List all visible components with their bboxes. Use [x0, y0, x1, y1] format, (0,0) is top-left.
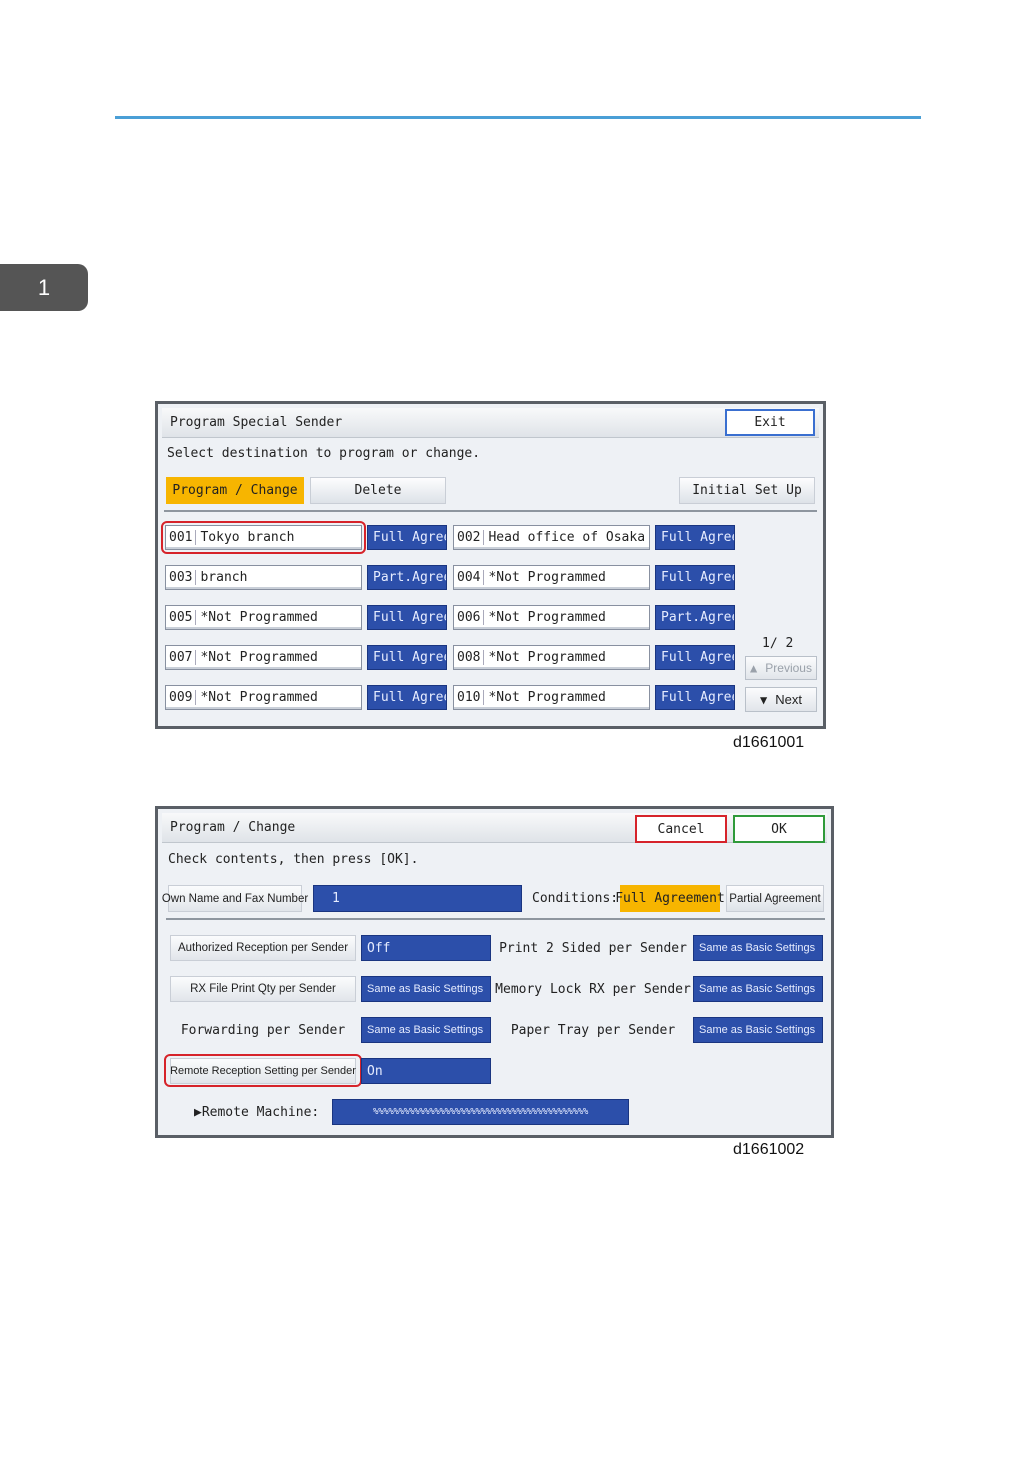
- remote-machine-label: ▶Remote Machine:: [194, 1105, 320, 1120]
- entry-number: 008: [457, 650, 485, 665]
- triangle-down-icon: ▼: [760, 692, 768, 707]
- own-name-fax-button[interactable]: Own Name and Fax Number: [162, 885, 308, 912]
- agreement-status[interactable]: Full Agree: [655, 645, 735, 670]
- rx-file-print-qty-value: Same as Basic Settings: [361, 976, 491, 1002]
- entry-name: *Not Programmed: [200, 690, 318, 705]
- program-special-sender-screen: Program Special Sender Exit Select desti…: [155, 401, 826, 729]
- destination-entry-008[interactable]: 008 *Not Programmed: [453, 645, 650, 670]
- agreement-status[interactable]: Full Agree: [655, 565, 735, 590]
- memory-lock-rx-button[interactable]: Memory Lock RX per Sender: [495, 976, 691, 1002]
- entry-name: *Not Programmed: [488, 610, 606, 625]
- destination-entry-010[interactable]: 010 *Not Programmed: [453, 685, 650, 710]
- destination-entry-006[interactable]: 006 *Not Programmed: [453, 605, 650, 630]
- entry-number: 003: [169, 570, 197, 585]
- tab-program-change[interactable]: Program / Change: [166, 477, 304, 504]
- entry-name: *Not Programmed: [200, 650, 318, 665]
- remote-machine-value: %%%%%%%%%%%%%%%%%%%%%%%%%%%%%%%%%%%%%%%%…: [332, 1099, 629, 1125]
- ok-button[interactable]: OK: [733, 815, 825, 843]
- entry-number: 010: [457, 690, 485, 705]
- triangle-up-icon: ▲: [750, 661, 758, 675]
- entry-number: 002: [457, 530, 485, 545]
- entry-name: *Not Programmed: [488, 570, 606, 585]
- screen-title: Program Special Sender: [170, 415, 343, 430]
- entry-name: Head office of Osaka: [488, 530, 646, 545]
- previous-label: Previous: [765, 661, 812, 675]
- title-bar: Program Special Sender: [162, 408, 819, 438]
- entry-number: 004: [457, 570, 485, 585]
- destination-entry-001[interactable]: 001 Tokyo branch: [165, 525, 362, 550]
- figure-caption: d1661002: [733, 1141, 805, 1158]
- own-name-value: 1: [313, 885, 522, 912]
- entry-number: 005: [169, 610, 197, 625]
- remote-reception-value: On: [361, 1058, 491, 1084]
- next-label: Next: [775, 692, 802, 707]
- remote-reception-button[interactable]: Remote Reception Setting per Sender: [170, 1058, 356, 1084]
- next-button[interactable]: ▼ Next: [745, 687, 817, 712]
- entry-name: *Not Programmed: [200, 610, 318, 625]
- rx-file-print-qty-button[interactable]: RX File Print Qty per Sender: [170, 976, 356, 1002]
- entry-number: 001: [169, 530, 197, 545]
- condition-full-agreement[interactable]: Full Agreement: [615, 885, 725, 912]
- exit-button[interactable]: Exit: [725, 409, 815, 436]
- entry-name: *Not Programmed: [488, 690, 606, 705]
- program-change-screen: Program / Change Cancel OK Check content…: [155, 806, 834, 1138]
- agreement-status[interactable]: Full Agree: [655, 525, 735, 550]
- instruction-message: Check contents, then press [OK].: [168, 852, 419, 867]
- previous-button[interactable]: ▲ Previous: [745, 656, 817, 680]
- agreement-status[interactable]: Full Agree: [367, 525, 447, 550]
- agreement-status[interactable]: Part.Agree: [367, 565, 447, 590]
- conditions-label: Conditions:: [532, 891, 619, 906]
- agreement-status[interactable]: Part.Agree: [655, 605, 735, 630]
- destination-entry-004[interactable]: 004 *Not Programmed: [453, 565, 650, 590]
- destination-entry-009[interactable]: 009 *Not Programmed: [165, 685, 362, 710]
- entry-name: branch: [200, 570, 248, 585]
- entry-name: Tokyo branch: [200, 530, 295, 545]
- tab-delete[interactable]: Delete: [310, 477, 446, 504]
- agreement-status[interactable]: Full Agree: [367, 685, 447, 710]
- paper-tray-button[interactable]: Paper Tray per Sender: [500, 1017, 686, 1043]
- tab-initial-set-up[interactable]: Initial Set Up: [679, 477, 815, 504]
- header-rule: [115, 116, 921, 119]
- paper-tray-value: Same as Basic Settings: [693, 1017, 823, 1043]
- forwarding-button[interactable]: Forwarding per Sender: [170, 1017, 356, 1043]
- page-indicator: 1∕ 2: [762, 636, 794, 651]
- print-2-sided-button[interactable]: Print 2 Sided per Sender: [499, 935, 687, 961]
- entry-number: 009: [169, 690, 197, 705]
- chapter-tab: 1: [0, 264, 88, 311]
- entry-number: 006: [457, 610, 485, 625]
- authorized-reception-button[interactable]: Authorized Reception per Sender: [170, 935, 356, 961]
- agreement-status[interactable]: Full Agree: [367, 605, 447, 630]
- forwarding-value: Same as Basic Settings: [361, 1017, 491, 1043]
- print-2-sided-value: Same as Basic Settings: [693, 935, 823, 961]
- figure-caption: d1661001: [733, 734, 805, 751]
- cancel-button[interactable]: Cancel: [635, 815, 727, 843]
- destination-entry-007[interactable]: 007 *Not Programmed: [165, 645, 362, 670]
- entry-number: 007: [169, 650, 197, 665]
- destination-entry-002[interactable]: 002 Head office of Osaka: [453, 525, 650, 550]
- screen-title: Program / Change: [170, 820, 296, 835]
- entry-name: *Not Programmed: [488, 650, 606, 665]
- destination-entry-003[interactable]: 003 branch: [165, 565, 362, 590]
- title-bar: Program / Change: [162, 813, 827, 843]
- agreement-status[interactable]: Full Agree: [655, 685, 735, 710]
- agreement-status[interactable]: Full Agree: [367, 645, 447, 670]
- condition-partial-agreement[interactable]: Partial Agreement: [726, 885, 824, 912]
- memory-lock-rx-value: Same as Basic Settings: [693, 976, 823, 1002]
- divider: [166, 918, 825, 920]
- divider: [164, 510, 817, 512]
- authorized-reception-value: Off: [361, 935, 491, 961]
- destination-entry-005[interactable]: 005 *Not Programmed: [165, 605, 362, 630]
- instruction-message: Select destination to program or change.: [167, 446, 481, 461]
